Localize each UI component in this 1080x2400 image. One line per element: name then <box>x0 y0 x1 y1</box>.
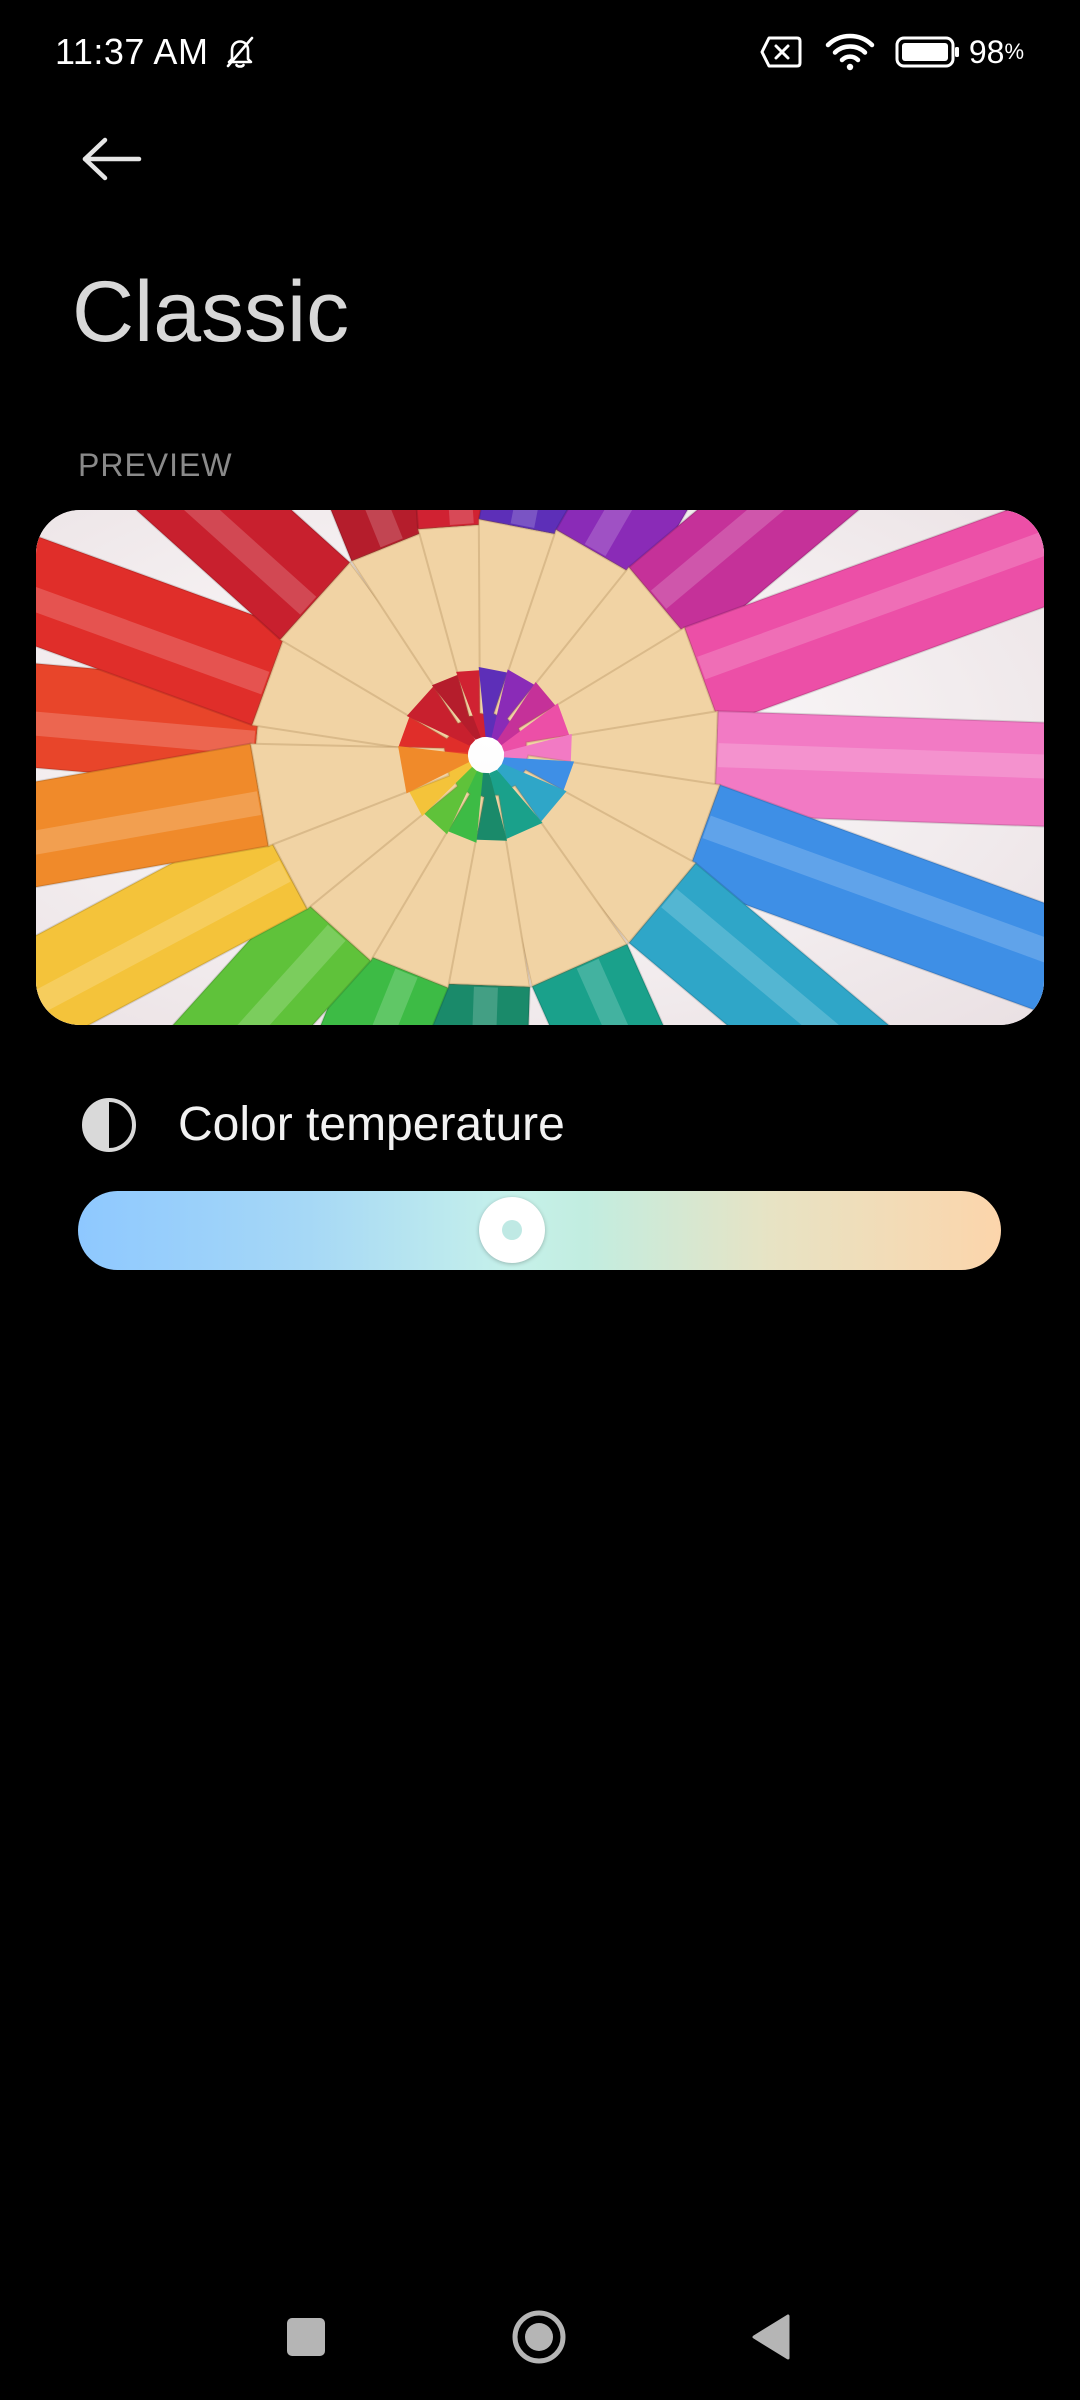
back-button[interactable] <box>70 124 154 194</box>
home-button[interactable] <box>504 2302 574 2372</box>
contrast-icon <box>82 1098 136 1152</box>
slider-thumb-dot <box>501 1220 522 1240</box>
preview-image <box>36 510 1044 1025</box>
battery-percent-sign: % <box>1004 39 1024 64</box>
system-back-button[interactable] <box>737 2302 807 2372</box>
colored-pencils-photo <box>36 510 1044 1025</box>
wifi-icon <box>825 33 875 71</box>
color-temperature-row: Color temperature <box>80 1090 565 1160</box>
page-title: Classic <box>72 264 350 360</box>
recents-square-icon <box>287 2318 325 2356</box>
back-triangle-icon <box>752 2314 790 2360</box>
status-bar: 11:37 AM 98% <box>0 0 1080 104</box>
recents-button[interactable] <box>271 2302 341 2372</box>
bell-off-icon <box>226 36 254 68</box>
preview-label: PREVIEW <box>78 447 233 483</box>
status-time: 11:37 AM <box>55 31 209 72</box>
battery-icon <box>895 36 959 68</box>
arrow-left-icon <box>82 137 142 181</box>
navigation-bar <box>0 2280 1080 2390</box>
status-icons: 98% <box>759 30 1024 74</box>
color-temperature-label: Color temperature <box>178 1098 565 1151</box>
battery-percent: 98 <box>968 34 1005 70</box>
slider-thumb[interactable] <box>478 1197 545 1263</box>
home-circle-icon <box>512 2310 566 2364</box>
sim-error-icon <box>760 36 802 68</box>
color-temperature-slider[interactable] <box>78 1191 1001 1270</box>
